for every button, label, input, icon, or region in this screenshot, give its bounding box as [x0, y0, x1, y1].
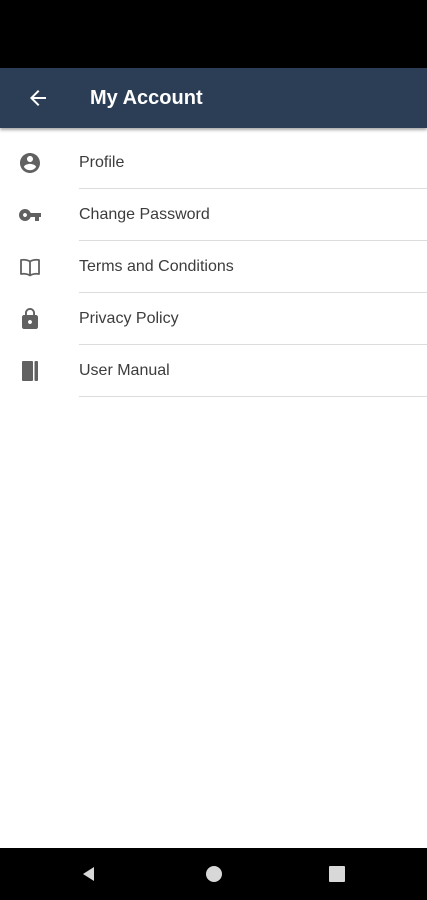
page-title: My Account [90, 87, 203, 109]
menu-item-profile[interactable]: Profile [0, 137, 427, 189]
menu-item-user-manual[interactable]: User Manual [0, 345, 427, 397]
arrow-back-icon [30, 90, 46, 106]
nav-back-button[interactable] [71, 856, 107, 892]
nav-recents-square-icon [329, 866, 345, 882]
menu-item-label: Terms and Conditions [79, 258, 234, 275]
nav-recents-button[interactable] [319, 856, 355, 892]
nav-back-triangle-icon [83, 867, 94, 881]
menu-item-label: User Manual [79, 362, 170, 379]
key-icon [18, 203, 42, 227]
account-menu: Profile Change Password Terms and Condit… [0, 137, 427, 397]
menu-item-label: Privacy Policy [79, 310, 179, 327]
divider [79, 396, 427, 397]
app-bar: My Account [0, 68, 427, 128]
nav-home-circle-icon [206, 866, 222, 882]
status-bar [0, 0, 427, 68]
nav-home-button[interactable] [196, 856, 232, 892]
menu-item-change-password[interactable]: Change Password [0, 189, 427, 241]
menu-item-label: Profile [79, 154, 125, 171]
menu-item-label: Change Password [79, 206, 210, 223]
menu-item-terms[interactable]: Terms and Conditions [0, 241, 427, 293]
open-book-icon [18, 255, 42, 279]
menu-item-privacy-policy[interactable]: Privacy Policy [0, 293, 427, 345]
manual-book-icon [18, 359, 42, 383]
back-button[interactable] [14, 74, 62, 122]
account-circle-icon [18, 151, 42, 175]
system-nav-bar [0, 848, 427, 900]
lock-icon [18, 307, 42, 331]
